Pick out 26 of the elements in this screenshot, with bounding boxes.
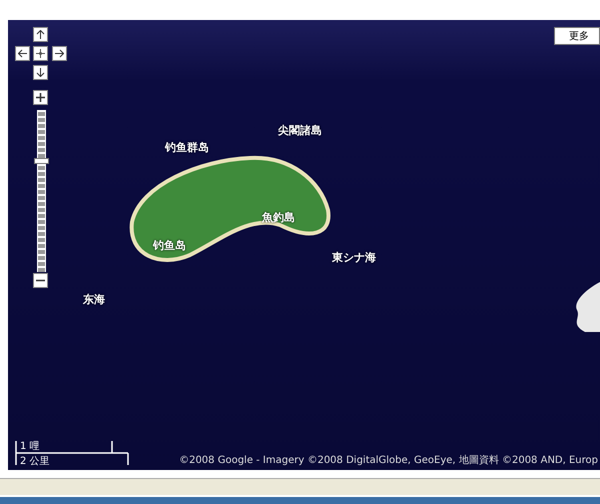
plus-icon [36, 93, 45, 102]
arrow-left-icon [18, 49, 27, 58]
satellite-map[interactable]: 钓鱼群岛 尖閣諸島 魚釣島 钓鱼岛 東シナ海 东海 更多 1 哩 2 公里 ©2008 Google - Imagery ©2008 DigitalGlobe, GeoEye, 地圖資料 ©2008 AND, Europ [8, 20, 600, 470]
more-button[interactable]: 更多 [554, 27, 600, 45]
scale-label: 1 哩 [20, 440, 40, 453]
map-label: 钓鱼群岛 [165, 140, 209, 155]
map-label: 东海 [83, 292, 105, 307]
map-label: 東シナ海 [332, 250, 376, 265]
arrow-up-icon [36, 30, 45, 39]
arrow-right-icon [55, 49, 64, 58]
zoom-out-button[interactable] [33, 273, 48, 288]
map-label: 钓鱼岛 [153, 238, 186, 253]
zoom-slider[interactable] [37, 110, 46, 272]
pan-right-button[interactable] [52, 46, 67, 61]
pan-left-button[interactable] [15, 46, 30, 61]
slider-thumb[interactable] [34, 158, 49, 164]
pan-down-button[interactable] [33, 65, 48, 80]
move-icon [36, 49, 45, 58]
scale-label: 2 公里 [20, 455, 50, 468]
arrow-down-icon [36, 68, 45, 77]
pan-up-button[interactable] [33, 27, 48, 42]
map-label: 魚釣島 [262, 210, 295, 225]
pan-center-button[interactable] [33, 46, 48, 61]
map-label: 尖閣諸島 [278, 123, 322, 138]
zoom-in-button[interactable] [33, 90, 48, 105]
map-attribution: ©2008 Google - Imagery ©2008 DigitalGlobe, GeoEye, 地圖資料 ©2008 AND, Europ [179, 454, 598, 467]
